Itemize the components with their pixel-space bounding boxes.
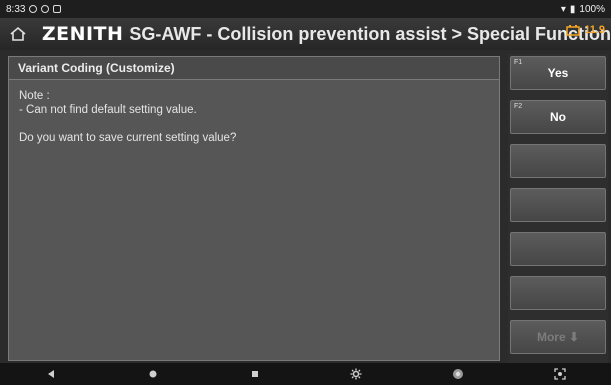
f1-label: Yes: [547, 66, 569, 80]
f2-no-button[interactable]: F2 No: [510, 100, 606, 134]
home-circle-icon[interactable]: [143, 366, 163, 382]
note-label: Note :: [19, 90, 50, 102]
panel-title: Variant Coding (Customize): [9, 57, 499, 80]
battery-percent: 100%: [579, 3, 605, 15]
eye-icon: [41, 5, 50, 13]
message-body: Note : - Can not find default setting va…: [9, 80, 499, 154]
voltage-value: 11.9: [584, 24, 605, 36]
note-text: - Can not find default setting value.: [19, 104, 197, 116]
screenshot-icon[interactable]: [550, 366, 570, 382]
home-icon[interactable]: [8, 23, 28, 45]
settings-icon[interactable]: [346, 366, 366, 382]
vehicle-battery: 11.9: [566, 24, 605, 36]
page-title: SG-AWF - Collision prevention assist > S…: [129, 23, 611, 44]
f3-empty-button[interactable]: [510, 144, 606, 178]
recents-icon[interactable]: [245, 366, 265, 382]
sync-icon: [29, 5, 38, 13]
function-key-column: F1 Yes F2 No More ⬇: [508, 54, 608, 363]
back-icon[interactable]: [41, 366, 61, 382]
chrome-icon[interactable]: [448, 366, 468, 382]
page-down-icon: ⬇: [565, 330, 580, 344]
status-time: 8:33: [6, 3, 26, 15]
system-nav-bar: [0, 363, 611, 385]
f4-empty-button[interactable]: [510, 188, 606, 222]
status-bar: 8:33 ▾ ▮ 100%: [0, 0, 611, 18]
f1-yes-button[interactable]: F1 Yes: [510, 56, 606, 90]
question-text: Do you want to save current setting valu…: [19, 132, 237, 144]
app-header: ZENITH SG-AWF - Collision prevention ass…: [0, 18, 611, 50]
car-battery-icon: [566, 25, 580, 36]
wifi-icon: ▾: [560, 3, 566, 15]
brand-logo: ZENITH: [41, 23, 124, 45]
more-label: More: [536, 330, 566, 344]
battery-status-icon: ▮: [569, 3, 576, 15]
dialog-panel: Variant Coding (Customize) Note : - Can …: [8, 56, 500, 361]
more-button[interactable]: More ⬇: [510, 320, 606, 354]
f2-label: No: [550, 110, 566, 124]
f5-empty-button[interactable]: [510, 232, 606, 266]
f6-empty-button[interactable]: [510, 276, 606, 310]
notification-icon: [53, 5, 62, 13]
